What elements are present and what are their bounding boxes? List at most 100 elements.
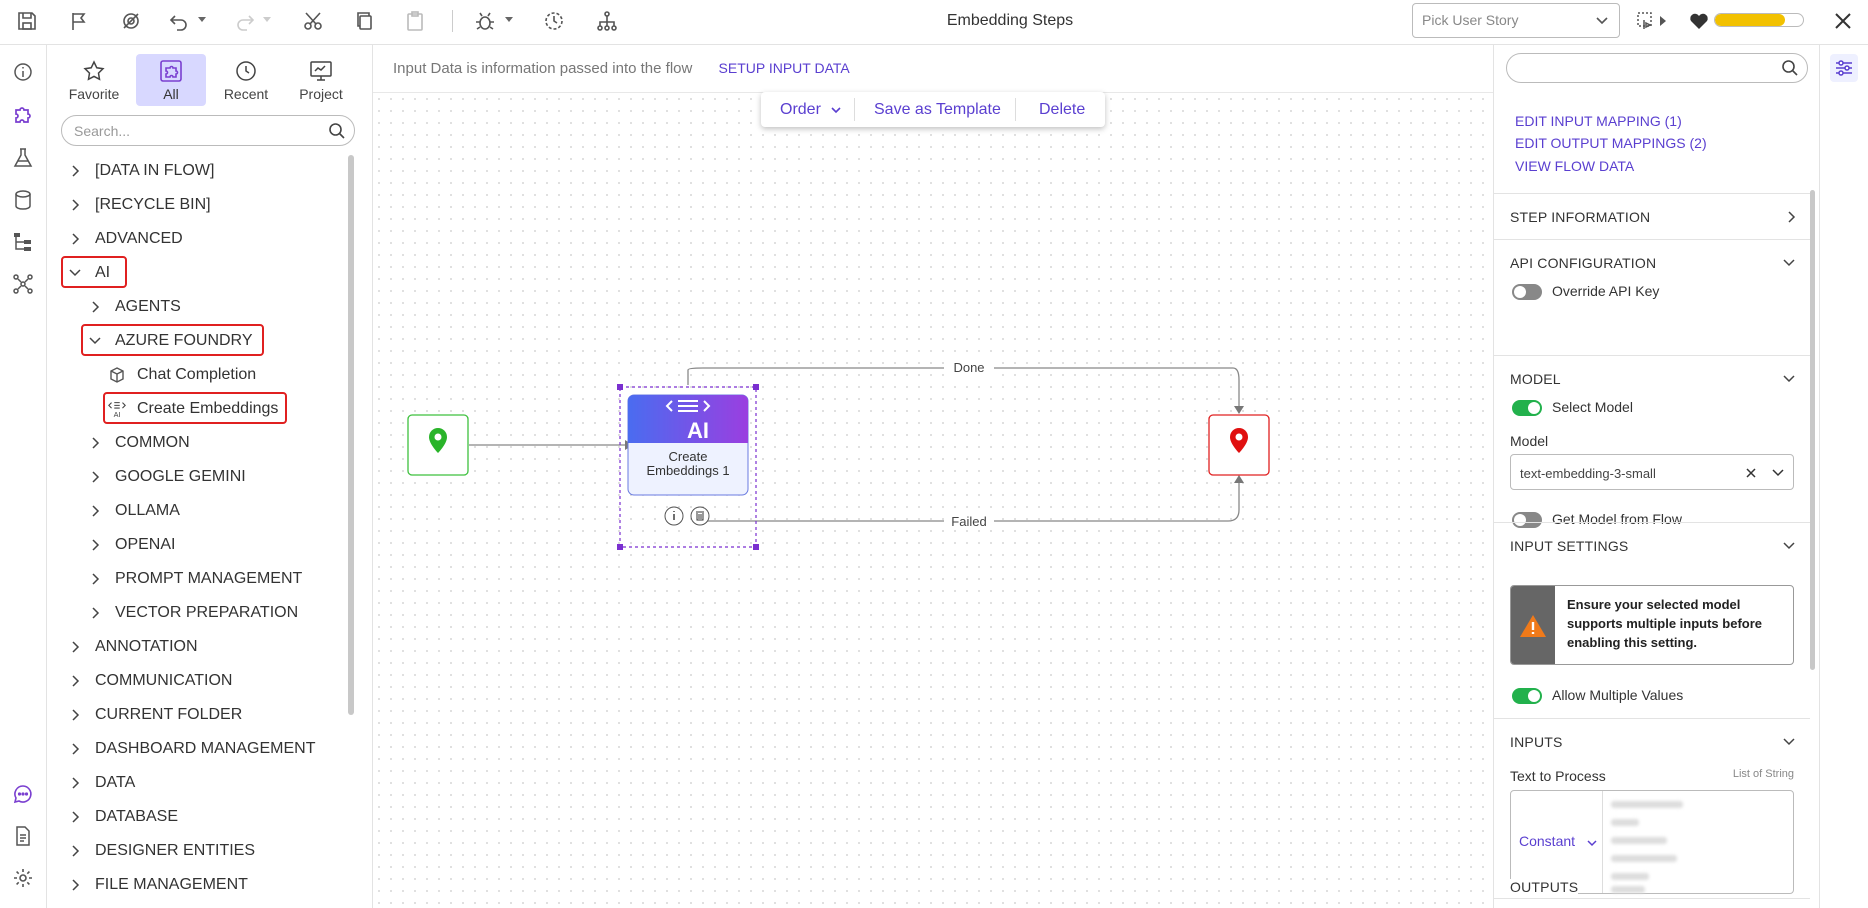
tree-item-label: OLLAMA bbox=[115, 502, 180, 519]
info-icon[interactable] bbox=[10, 59, 36, 85]
chevron-right-icon[interactable] bbox=[85, 300, 105, 314]
blurred-value bbox=[1611, 886, 1645, 893]
toolbox-search-input[interactable]: Search... bbox=[61, 115, 355, 146]
chat-icon[interactable] bbox=[10, 781, 36, 807]
close-icon[interactable] bbox=[1830, 8, 1856, 34]
document-icon[interactable] bbox=[10, 823, 36, 849]
tree-item[interactable]: DATA bbox=[65, 768, 135, 798]
star-icon bbox=[82, 59, 106, 83]
tree-item[interactable]: DASHBOARD MANAGEMENT bbox=[65, 734, 315, 764]
network-icon[interactable] bbox=[10, 271, 36, 297]
tree-item-label: DATA bbox=[95, 774, 136, 791]
play-icon[interactable] bbox=[1660, 16, 1666, 26]
tab-recent[interactable]: Recent bbox=[211, 54, 281, 106]
outputs-section[interactable]: OUTPUTS bbox=[1494, 879, 1810, 908]
tree-item[interactable]: VECTOR PREPARATION bbox=[85, 598, 298, 628]
step-information-section[interactable]: STEP INFORMATION bbox=[1494, 193, 1810, 239]
chevron-right-icon[interactable] bbox=[85, 572, 105, 586]
view-flow-data-link[interactable]: VIEW FLOW DATA bbox=[1515, 158, 1634, 174]
chevron-right-icon[interactable] bbox=[65, 640, 85, 654]
chevron-right-icon[interactable] bbox=[65, 810, 85, 824]
chevron-right-icon[interactable] bbox=[65, 164, 85, 178]
properties-scrollbar[interactable] bbox=[1810, 190, 1815, 670]
tab-favorite[interactable]: Favorite bbox=[59, 54, 129, 106]
constant-mode-select[interactable]: Constant bbox=[1511, 791, 1603, 893]
chevron-down-icon[interactable] bbox=[1782, 541, 1796, 551]
tree-item[interactable]: Chat Completion bbox=[107, 360, 256, 390]
override-api-key-label: Override API Key bbox=[1552, 283, 1660, 299]
flow-diagram: Done Failed AI Create Embeddings 1 bbox=[407, 358, 1270, 550]
puzzle-icon[interactable] bbox=[10, 101, 36, 127]
override-api-key-toggle[interactable] bbox=[1512, 284, 1542, 300]
tab-project[interactable]: Project bbox=[286, 54, 356, 106]
chevron-right-icon[interactable] bbox=[65, 742, 85, 756]
search-icon[interactable] bbox=[328, 122, 346, 140]
tab-all[interactable]: All bbox=[136, 54, 206, 106]
tree-item[interactable]: [RECYCLE BIN] bbox=[65, 190, 211, 220]
chevron-down-icon[interactable] bbox=[1771, 468, 1785, 478]
tree-item[interactable]: OPENAI bbox=[85, 530, 175, 560]
tree-item-label: DATABASE bbox=[95, 808, 178, 825]
clear-icon[interactable] bbox=[1745, 467, 1757, 479]
start-node[interactable] bbox=[407, 414, 469, 476]
tree-item[interactable]: COMMUNICATION bbox=[65, 666, 232, 696]
edit-output-mappings-link[interactable]: EDIT OUTPUT MAPPINGS (2) bbox=[1515, 135, 1707, 151]
chevron-right-icon[interactable] bbox=[85, 436, 105, 450]
chevron-down-icon[interactable] bbox=[1782, 258, 1796, 268]
tree-item-label: COMMON bbox=[115, 434, 190, 451]
tree-item[interactable]: PROMPT MANAGEMENT bbox=[85, 564, 302, 594]
toolbox-tabs: Favorite All Recent Project bbox=[59, 54, 359, 106]
allow-multiple-values-toggle[interactable] bbox=[1512, 688, 1542, 704]
chevron-right-icon[interactable] bbox=[65, 878, 85, 892]
tree-item[interactable]: CURRENT FOLDER bbox=[65, 700, 242, 730]
toolbox-scrollbar[interactable] bbox=[348, 155, 354, 715]
chevron-right-icon[interactable] bbox=[65, 198, 85, 212]
tree-item[interactable]: ANNOTATION bbox=[65, 632, 198, 662]
tree-item[interactable]: FILE MANAGEMENT bbox=[65, 870, 248, 900]
heart-icon[interactable] bbox=[1686, 8, 1712, 34]
chevron-down-icon[interactable] bbox=[1782, 374, 1796, 384]
chevron-right-icon[interactable] bbox=[85, 470, 105, 484]
chevron-right-icon[interactable] bbox=[85, 606, 105, 620]
user-story-select[interactable]: Pick User Story bbox=[1412, 3, 1620, 38]
screen-record-icon[interactable] bbox=[1634, 8, 1660, 34]
chevron-right-icon[interactable] bbox=[65, 674, 85, 688]
chevron-down-icon[interactable] bbox=[1782, 737, 1796, 747]
chevron-right-icon[interactable] bbox=[85, 538, 105, 552]
search-icon[interactable] bbox=[1781, 59, 1799, 77]
tree-item[interactable]: COMMON bbox=[85, 428, 190, 458]
sliders-icon[interactable] bbox=[1830, 54, 1858, 82]
step-delete-icon[interactable] bbox=[690, 506, 710, 526]
chevron-right-icon[interactable] bbox=[65, 776, 85, 790]
all-icon bbox=[159, 59, 183, 83]
tree-item-label: OPENAI bbox=[115, 536, 176, 553]
chevron-right-icon[interactable] bbox=[85, 504, 105, 518]
properties-search-input[interactable] bbox=[1506, 53, 1808, 83]
flask-icon[interactable] bbox=[10, 145, 36, 171]
chevron-right-icon[interactable] bbox=[65, 708, 85, 722]
tree-item-label: PROMPT MANAGEMENT bbox=[115, 570, 303, 587]
select-model-toggle[interactable] bbox=[1512, 400, 1542, 416]
tree-item[interactable]: OLLAMA bbox=[85, 496, 180, 526]
section-title: INPUT SETTINGS bbox=[1510, 538, 1629, 554]
clock-icon bbox=[234, 59, 258, 83]
tree-item[interactable]: DESIGNER ENTITIES bbox=[65, 836, 255, 866]
tree-item[interactable]: ADVANCED bbox=[65, 224, 183, 254]
settings-icon[interactable] bbox=[10, 865, 36, 891]
section-title: STEP INFORMATION bbox=[1510, 209, 1651, 225]
model-select[interactable]: text-embedding-3-small bbox=[1510, 454, 1794, 490]
chevron-right-icon[interactable] bbox=[65, 232, 85, 246]
tree-icon[interactable] bbox=[10, 229, 36, 255]
start-to-step-edge[interactable] bbox=[469, 440, 633, 450]
tree-item-label: Chat Completion bbox=[137, 366, 257, 383]
edit-input-mapping-link[interactable]: EDIT INPUT MAPPING (1) bbox=[1515, 113, 1682, 129]
tree-item[interactable]: DATABASE bbox=[65, 802, 178, 832]
flow-canvas[interactable]: Input Data is information passed into th… bbox=[373, 45, 1493, 908]
database-icon[interactable] bbox=[10, 187, 36, 213]
end-node[interactable] bbox=[1208, 414, 1270, 476]
tree-item[interactable]: AGENTS bbox=[85, 292, 181, 322]
tree-item[interactable]: GOOGLE GEMINI bbox=[85, 462, 246, 492]
tree-item[interactable]: [DATA IN FLOW] bbox=[65, 156, 214, 186]
chevron-right-icon[interactable] bbox=[65, 844, 85, 858]
step-info-icon[interactable] bbox=[664, 506, 684, 526]
